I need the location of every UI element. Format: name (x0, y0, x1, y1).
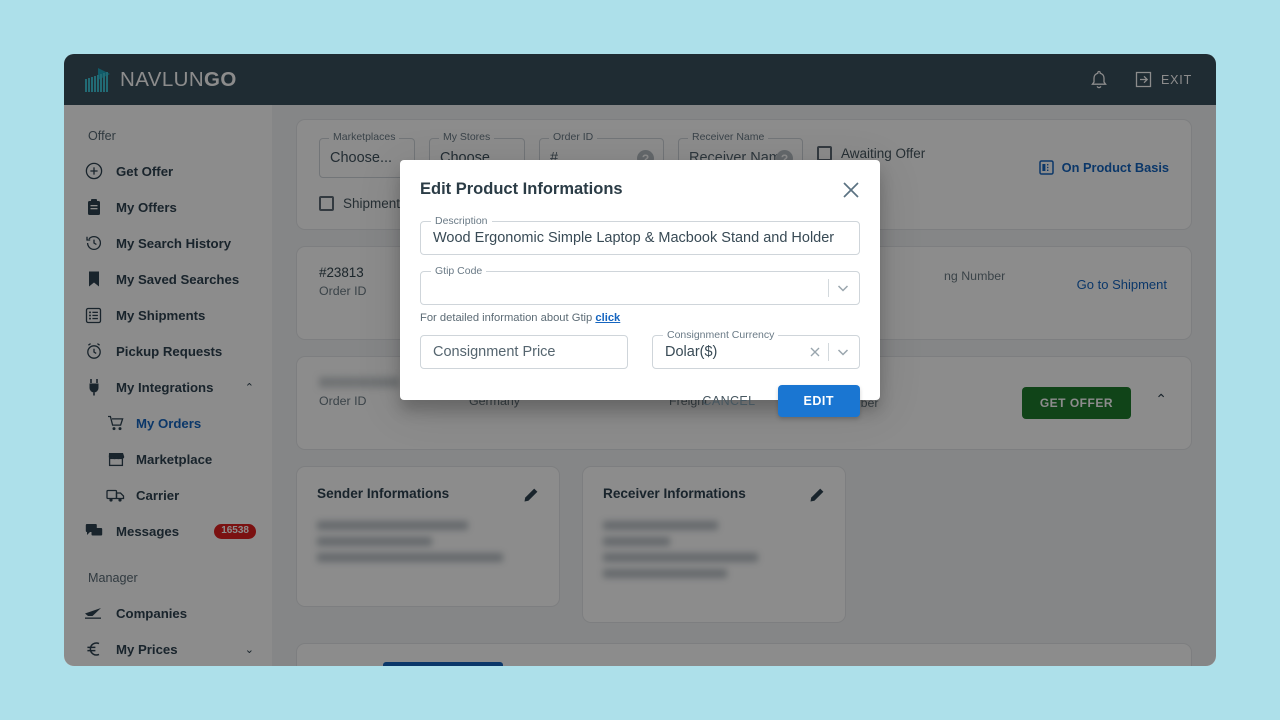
chevron-down-icon[interactable] (835, 344, 851, 360)
dialog-title: Edit Product Informations (420, 180, 623, 198)
gtip-code-select[interactable]: Gtip Code (420, 265, 860, 305)
gtip-help-note: For detailed information about Gtip clic… (420, 312, 860, 324)
gtip-code-label: Gtip Code (431, 265, 487, 277)
consignment-currency-label: Consignment Currency (663, 329, 779, 341)
description-label: Description (431, 215, 492, 227)
clear-x-icon[interactable] (808, 345, 822, 359)
cancel-button[interactable]: CANCEL (690, 386, 767, 416)
description-input[interactable]: Description Wood Ergonomic Simple Laptop… (420, 215, 860, 255)
edit-product-informations-dialog: Edit Product Informations Description Wo… (400, 160, 880, 417)
gtip-note-link[interactable]: click (595, 312, 620, 324)
description-value: Wood Ergonomic Simple Laptop & Macbook S… (433, 230, 835, 246)
gtip-note-text: For detailed information about Gtip (420, 312, 593, 324)
dialog-actions: CANCEL EDIT (420, 385, 860, 417)
currency-select-controls (808, 343, 851, 361)
divider (828, 279, 829, 297)
consignment-currency-value: Dolar($) (665, 344, 718, 360)
price-currency-row: Consignment Price Consignment Currency D… (420, 329, 860, 369)
divider (828, 343, 829, 361)
app-window: NAVLUNGO EXIT Offer Get Offer My Offers … (64, 54, 1216, 666)
gtip-select-controls (828, 279, 851, 297)
edit-button[interactable]: EDIT (777, 385, 860, 417)
consignment-currency-select[interactable]: Consignment Currency Dolar($) (652, 329, 860, 369)
consignment-price-input[interactable]: Consignment Price (420, 335, 628, 369)
consignment-price-value: Consignment Price (433, 344, 556, 360)
chevron-down-icon[interactable] (835, 280, 851, 296)
close-icon[interactable] (840, 179, 862, 201)
